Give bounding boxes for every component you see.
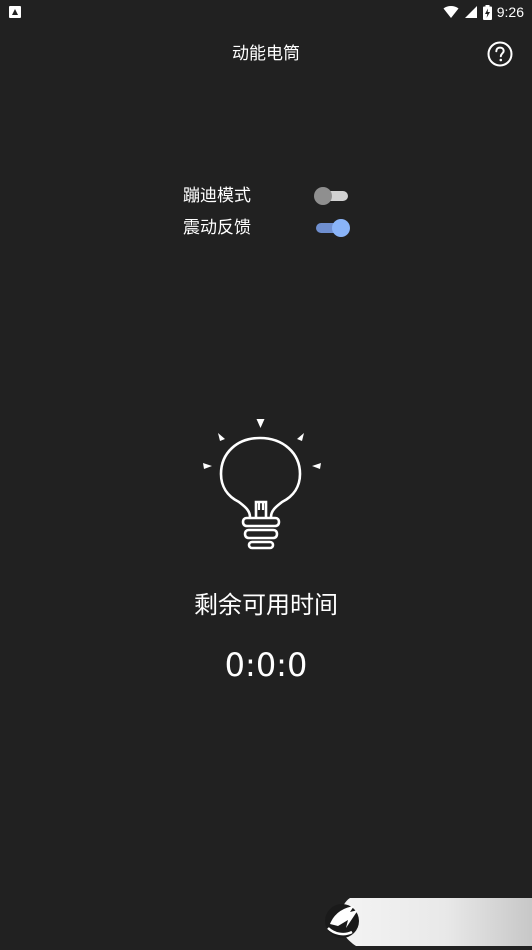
switch-thumb [314,187,332,205]
remaining-time-value: 0:0:0 [224,646,308,684]
disco-mode-label: 蹦迪模式 [183,186,251,206]
disco-mode-row: 蹦迪模式 [183,184,353,208]
vibration-feedback-row: 震动反馈 [183,216,353,240]
help-circle-icon [487,41,513,67]
signal-icon [464,6,477,18]
logo-watermark [320,888,532,946]
status-time: 9:26 [496,4,524,20]
help-button[interactable] [487,41,513,67]
flashlight-bulb-button[interactable] [196,412,326,557]
switch-thumb [332,219,350,237]
lightbulb-icon [203,419,321,550]
remaining-time-label: 剩余可用时间 [194,591,338,619]
page-title: 动能电筒 [232,44,300,64]
status-icons: 9:26 [443,3,524,21]
disco-mode-switch[interactable] [314,187,350,205]
status-bar: 9:26 [0,0,532,24]
wifi-icon [443,6,459,19]
battery-charging-icon [482,4,492,20]
app-notification-icon [9,6,21,18]
vibration-feedback-switch[interactable] [314,219,350,237]
vibration-feedback-label: 震动反馈 [183,218,251,238]
logo-watermark-icon [325,898,532,946]
